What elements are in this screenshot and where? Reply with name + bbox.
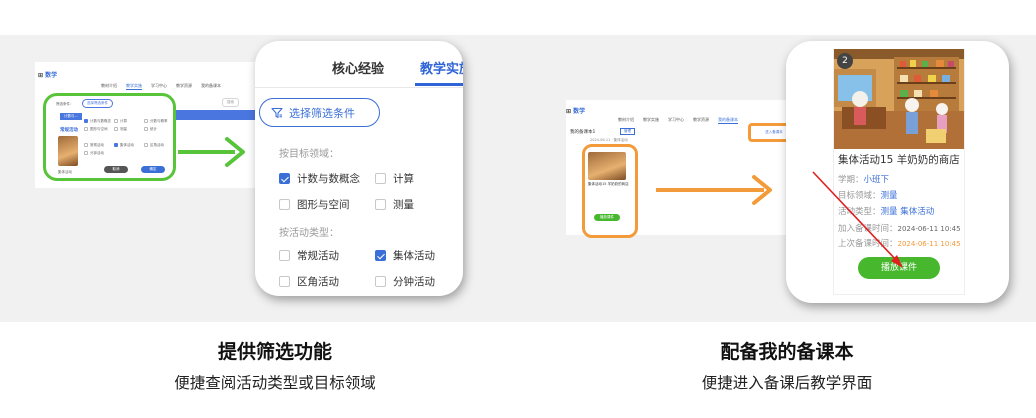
- left-caption-title: 提供筛选功能: [217, 341, 332, 363]
- green-arrow-icon: [178, 137, 245, 167]
- right-caption-subtitle: 便捷进入备课后教学界面: [701, 374, 873, 392]
- left-caption-subtitle: 便捷查阅活动类型或目标领域: [174, 374, 376, 392]
- right-caption-title: 配备我的备课本: [720, 341, 854, 363]
- orange-arrow-icon: [656, 175, 772, 205]
- red-pointer-arrow-icon: [812, 171, 903, 268]
